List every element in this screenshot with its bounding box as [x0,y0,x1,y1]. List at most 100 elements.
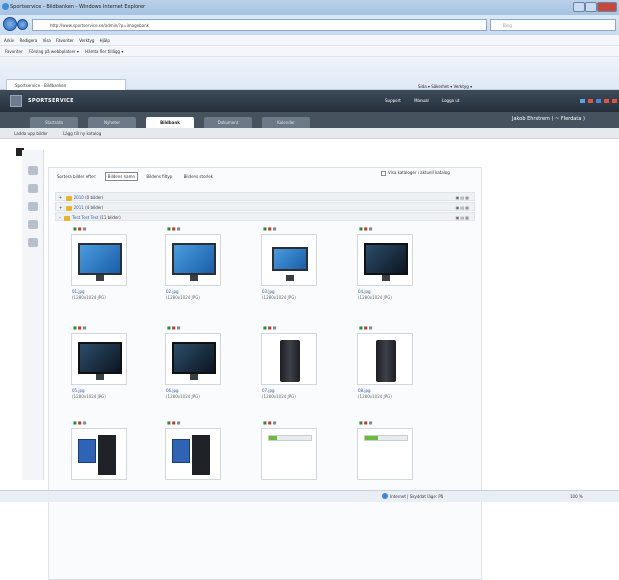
info-icon[interactable]: ■ [83,226,88,231]
menu-item[interactable]: Verktyg [79,38,94,43]
menu-item[interactable]: Arkiv [4,38,14,43]
image-tile[interactable]: ■■■ 04.jpg (1280x1024 JPG) [357,226,413,308]
info-icon[interactable]: ■ [369,420,374,425]
back-button[interactable] [3,17,17,31]
image-name[interactable]: 06.jpg [166,388,179,393]
menu-item[interactable]: Favoriter [56,38,74,43]
users-icon[interactable] [28,202,38,211]
favorites-button[interactable]: Favoriter [5,49,23,54]
menu-item[interactable]: Visa [43,38,51,43]
tile-actions[interactable]: ■■■ [263,226,277,231]
info-icon[interactable]: ■ [83,420,88,425]
info-icon[interactable]: ■ [177,325,182,330]
tab-startsida[interactable]: Startsida [30,117,78,128]
image-tile[interactable]: ■■■ 06.jpg (1280x1024 JPG) [165,325,221,407]
image-thumbnail[interactable] [261,428,317,480]
folder-actions-icon[interactable]: ▣▤▦ [456,215,470,220]
support-link[interactable]: Support [385,98,401,103]
tile-actions[interactable]: ■■■ [263,325,277,330]
maximize-button[interactable] [585,2,597,12]
info-icon[interactable]: ■ [177,420,182,425]
tile-actions[interactable]: ■■■ [73,420,87,425]
info-icon[interactable]: ■ [273,325,278,330]
info-icon[interactable]: ■ [369,226,374,231]
menu-item[interactable]: Hjälp [100,38,110,43]
folder-actions-icon[interactable]: ▣▤▦ [456,205,470,210]
tile-actions[interactable]: ■■■ [359,325,373,330]
image-thumbnail[interactable] [357,428,413,480]
image-thumbnail[interactable] [71,234,127,286]
minimize-button[interactable] [573,2,585,12]
info-icon[interactable]: ■ [273,226,278,231]
tile-actions[interactable]: ■■■ [73,325,87,330]
image-tile[interactable]: ■■■ 05.jpg (1280x1024 JPG) [71,325,127,407]
tile-actions[interactable]: ■■■ [167,226,181,231]
info-icon[interactable]: ■ [177,226,182,231]
sort-by-size-button[interactable]: Bildens storlek [181,172,217,181]
image-thumbnail[interactable] [357,333,413,385]
suggested-sites-link[interactable]: Förslag på webbplatser ▾ [29,49,79,54]
add-folder-link[interactable]: Lägg till ny katalog [63,131,101,136]
folder-name[interactable]: 2011 [74,205,84,210]
logout-link[interactable]: Logga ut [442,98,460,103]
image-name[interactable]: 05.jpg [72,388,85,393]
mail-icon[interactable] [28,238,38,247]
image-thumbnail[interactable] [165,234,221,286]
image-thumbnail[interactable] [261,234,317,286]
tile-actions[interactable]: ■■■ [167,325,181,330]
folder-row[interactable]: + 2010 (0 bilder) ▣▤▦ [55,192,475,201]
settings-icon[interactable] [28,220,38,229]
image-tile[interactable]: ■■■ 08.jpg (1280x1024 JPG) [357,325,413,407]
image-name[interactable]: 03.jpg [262,289,275,294]
command-bar[interactable]: Sida ▾ Säkerhet ▾ Verktyg ▾ [418,84,472,89]
gallery-icon[interactable] [28,184,38,193]
image-name[interactable]: 04.jpg [358,289,371,294]
info-icon[interactable]: ■ [273,420,278,425]
manual-link[interactable]: Manual [414,98,429,103]
folder-name[interactable]: Test Test Test [72,215,98,220]
image-thumbnail[interactable] [357,234,413,286]
tab-kalender[interactable]: Kalender [262,117,310,128]
checkbox-icon[interactable] [381,170,386,176]
pages-icon[interactable] [28,166,38,175]
sort-by-name-button[interactable]: Bildens namn [104,172,139,181]
upload-images-link[interactable]: Ladda upp bilder [14,131,48,136]
tile-actions[interactable]: ■■■ [167,420,181,425]
image-thumbnail[interactable] [71,428,127,480]
image-tile[interactable]: ■■■ 01.jpg (1280x1024 JPG) [71,226,127,308]
forward-button[interactable] [17,19,28,30]
tab-dokument[interactable]: Dokument [204,117,252,128]
search-input[interactable]: Bing [490,19,616,31]
image-name[interactable]: 02.jpg [166,289,179,294]
image-tile[interactable]: ■■■ 03.jpg (1280x1024 JPG) [261,226,317,308]
zoom-level[interactable]: 100 % [570,494,583,499]
tile-actions[interactable]: ■■■ [359,420,373,425]
image-thumbnail[interactable] [165,333,221,385]
image-thumbnail[interactable] [165,428,221,480]
image-thumbnail[interactable] [261,333,317,385]
address-input[interactable]: http://www.sportservice.se/admin/?p=imag… [32,19,487,31]
tile-actions[interactable]: ■■■ [73,226,87,231]
image-tile[interactable]: ■■■ 07.jpg (1280x1024 JPG) [261,325,317,407]
image-thumbnail[interactable] [71,333,127,385]
image-name[interactable]: 01.jpg [72,289,85,294]
tab-nyheter[interactable]: Nyheter [88,117,136,128]
image-name[interactable]: 08.jpg [358,388,371,393]
sort-by-type-button[interactable]: Bildens filtyp [143,172,175,181]
info-icon[interactable]: ■ [369,325,374,330]
folder-row[interactable]: + 2011 (4 bilder) ▣▤▦ [55,202,475,211]
folder-row[interactable]: – Test Test Test (11 bilder) ▣▤▦ [55,212,475,221]
image-name[interactable]: 07.jpg [262,388,275,393]
tile-actions[interactable]: ■■■ [359,226,373,231]
folder-actions-icon[interactable]: ▣▤▦ [456,195,470,200]
get-addons-link[interactable]: Hämta fler tillägg ▾ [85,49,123,54]
show-subfolders-checkbox[interactable]: Visa kataloger i aktuell katalog [381,170,450,176]
user-info[interactable]: Jakob Ehrstrem ( ~ Flerdata ) [512,116,585,122]
info-icon[interactable]: ■ [83,325,88,330]
browser-tab[interactable]: Sportservice - Bildbanken [6,79,126,90]
tab-bildbank[interactable]: Bildbank [146,117,194,128]
tile-actions[interactable]: ■■■ [263,420,277,425]
image-tile[interactable]: ■■■ 02.jpg (1280x1024 JPG) [165,226,221,308]
folder-name[interactable]: 2010 [74,195,84,200]
close-button[interactable] [597,2,617,12]
